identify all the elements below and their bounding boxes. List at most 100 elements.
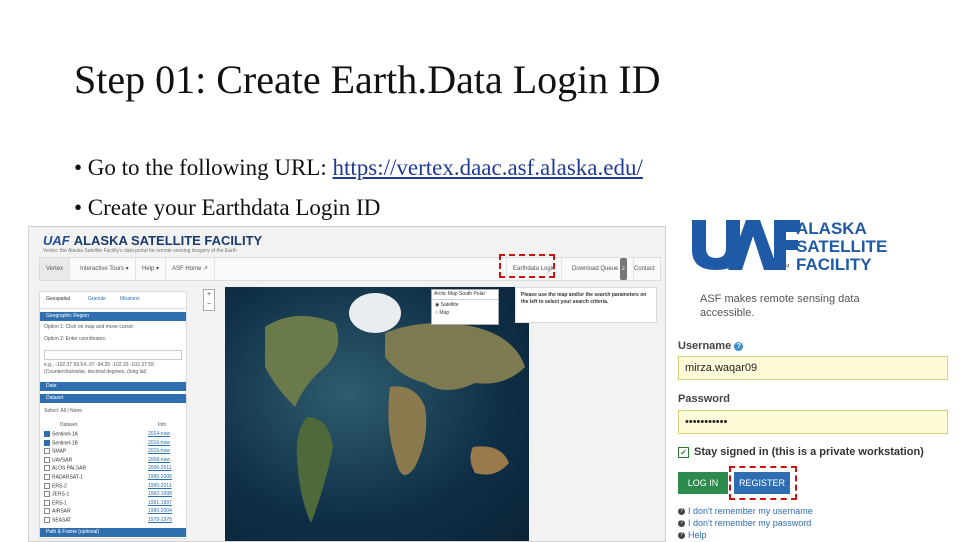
register-highlight <box>729 466 797 500</box>
world-map-imagery <box>265 293 525 523</box>
coordinates-hint: (Counterclockwise, decimal degrees, (lon… <box>44 369 147 375</box>
dataset-name: ALOS PALSAR <box>52 465 87 472</box>
dataset-name: SEASAT <box>52 517 72 524</box>
dataset-row[interactable]: RADARSAT-1 1995-2008 <box>44 474 184 482</box>
dataset-checkbox[interactable] <box>44 439 50 446</box>
dataset-checkbox[interactable] <box>44 508 50 515</box>
dataset-name: RADARSAT-1 <box>52 474 84 481</box>
projection-tabs[interactable]: Arctic Map South Polar <box>432 290 498 300</box>
question-icon: ? <box>678 520 685 528</box>
forgot-username-text: I don't remember my username <box>688 506 813 516</box>
dataset-name: Sentinel-1B <box>52 439 78 446</box>
nav-asf-home[interactable]: ASF Home ↗ <box>166 258 216 280</box>
nav-help[interactable]: Help ▾ <box>136 258 167 280</box>
username-label: Username? <box>678 340 744 352</box>
stay-signed-in-option[interactable]: ✓ Stay signed in (this is a private works… <box>678 446 924 458</box>
dataset-checkbox[interactable] <box>44 448 50 455</box>
dataset-row[interactable]: UAVSAR 2008-now <box>44 456 184 465</box>
question-icon: ? <box>678 508 685 516</box>
dataset-select-all[interactable]: Select: All | None <box>44 408 82 414</box>
map-layer-selector: Arctic Map South Polar ◉ Satellite ○ Map <box>431 289 499 325</box>
dataset-checkbox[interactable] <box>44 491 50 498</box>
dataset-dates-link[interactable]: 2014-now <box>148 431 170 437</box>
section-date[interactable]: Date <box>40 382 186 391</box>
world-map[interactable] <box>225 287 529 541</box>
dataset-checkbox[interactable] <box>44 517 50 523</box>
coordinates-example: e.g., -102.37 59.54,-37 -94.35 -102.33 -… <box>44 362 154 368</box>
dataset-row[interactable]: SEASAT 1978-1978 <box>44 517 184 525</box>
dataset-checkbox[interactable] <box>44 482 50 489</box>
dataset-dates-link[interactable]: 1978-1978 <box>148 517 172 523</box>
dataset-row[interactable]: Sentinel-1A 2014-now <box>44 431 184 439</box>
dataset-dates-link[interactable]: 2016-now <box>148 440 170 446</box>
dataset-row[interactable]: AIRSAR 1990-2004 <box>44 508 184 516</box>
username-input[interactable]: mirza.waqar09 <box>678 356 948 380</box>
dataset-checkbox[interactable] <box>44 456 50 463</box>
tab-missions[interactable]: Missions <box>120 296 139 302</box>
dataset-dates-link[interactable]: 1995-2011 <box>148 483 172 489</box>
dataset-dates-link[interactable]: 2015-now <box>148 448 170 454</box>
password-label: Password <box>678 393 730 405</box>
dataset-dates-link[interactable]: 1992-1998 <box>148 491 172 497</box>
asf-description: ASF makes remote sensing data accessible… <box>700 292 860 320</box>
bullet-url-text: • Go to the following URL: <box>74 155 333 180</box>
username-label-text: Username <box>678 340 732 352</box>
logo-satellite-text: SATELLITE <box>796 237 887 256</box>
vertex-url-link[interactable]: https://vertex.daac.asf.alaska.edu/ <box>332 155 642 180</box>
layer-satellite-label: Satellite <box>440 302 459 308</box>
logo-alaska-text: ALASKA <box>796 219 867 238</box>
dataset-row[interactable]: ALOS PALSAR 2006-2011 <box>44 465 184 473</box>
dataset-checkbox[interactable] <box>44 474 50 480</box>
forgot-username-link[interactable]: ? I don't remember my username <box>678 506 813 516</box>
dataset-checkbox[interactable] <box>44 465 50 472</box>
layer-map-option[interactable]: ○ Map <box>432 310 498 316</box>
dataset-row[interactable]: ERS-1 1991-1997 <box>44 499 184 508</box>
asf-logo-icon: ALASKA SATELLITE FACILITY <box>692 219 887 274</box>
login-button[interactable]: LOG IN <box>678 472 728 494</box>
section-dataset[interactable]: Dataset <box>40 394 186 403</box>
dataset-row[interactable]: ERS-2 1995-2011 <box>44 482 184 491</box>
dataset-dates-link[interactable]: 1995-2008 <box>148 474 172 480</box>
dataset-row[interactable]: JERS-1 1992-1998 <box>44 491 184 499</box>
nav-download-queue[interactable]: Download Queue 2 <box>566 258 634 280</box>
dataset-row[interactable]: Sentinel-1B 2016-now <box>44 439 184 448</box>
help-link[interactable]: ? Help <box>678 530 707 540</box>
dataset-column-header: Dataset <box>60 422 78 428</box>
dataset-name: AIRSAR <box>52 508 71 515</box>
help-link-text: Help <box>688 530 707 540</box>
geo-option-2: Option 2: Enter coordinates: <box>44 336 107 342</box>
section-geographic-region[interactable]: Geographic Region <box>40 312 186 321</box>
layer-satellite-option[interactable]: ◉ Satellite <box>432 300 498 310</box>
dataset-dates-link[interactable]: 1990-2004 <box>148 508 172 514</box>
dataset-row[interactable]: SMAP 2015-now <box>44 448 184 456</box>
dataset-name: JERS-1 <box>52 491 70 498</box>
nav-contact[interactable]: Contact <box>628 258 661 280</box>
section-path-frame[interactable]: Path & Frame (optional) <box>40 528 186 537</box>
stay-signed-in-checkbox[interactable]: ✓ <box>678 446 689 458</box>
zoom-in-button[interactable]: + <box>204 290 214 300</box>
dataset-name: ERS-2 <box>52 482 67 489</box>
dataset-dates-link[interactable]: 2006-2011 <box>148 465 172 471</box>
dataset-dates-link[interactable]: 1991-1997 <box>148 500 172 506</box>
earthdata-login-highlight <box>499 254 555 278</box>
tab-geospatial[interactable]: Geospatial <box>46 296 70 302</box>
geo-option-1: Option 1: Click on map and move cursor <box>44 324 134 330</box>
search-info-panel: Please use the map and/or the search par… <box>515 287 657 323</box>
zoom-out-button[interactable]: − <box>204 300 214 310</box>
dataset-checkbox[interactable] <box>44 431 50 437</box>
dataset-name: ERS-1 <box>52 500 67 507</box>
coordinates-input[interactable] <box>44 350 182 360</box>
forgot-password-link[interactable]: ? I don't remember my password <box>678 518 811 528</box>
uaf-logo-text: UAF <box>43 233 70 248</box>
nav-interactive-tours[interactable]: Interactive Tours ▾ <box>74 258 136 280</box>
forgot-password-text: I don't remember my password <box>688 518 812 528</box>
dataset-dates-link[interactable]: 2008-now <box>148 457 170 463</box>
username-help-icon[interactable]: ? <box>734 341 744 351</box>
tab-granule[interactable]: Granule <box>88 296 106 302</box>
asf-description-line1: ASF makes remote sensing data <box>700 293 860 305</box>
search-sidebar: Geospatial Granule Missions Geographic R… <box>39 291 187 539</box>
password-input[interactable]: ••••••••••• <box>678 410 948 434</box>
nav-vertex[interactable]: Vertex <box>40 258 71 280</box>
vertex-screenshot: UAF ALASKA SATELLITE FACILITY Vertex: the… <box>28 226 666 542</box>
dataset-checkbox[interactable] <box>44 499 50 506</box>
